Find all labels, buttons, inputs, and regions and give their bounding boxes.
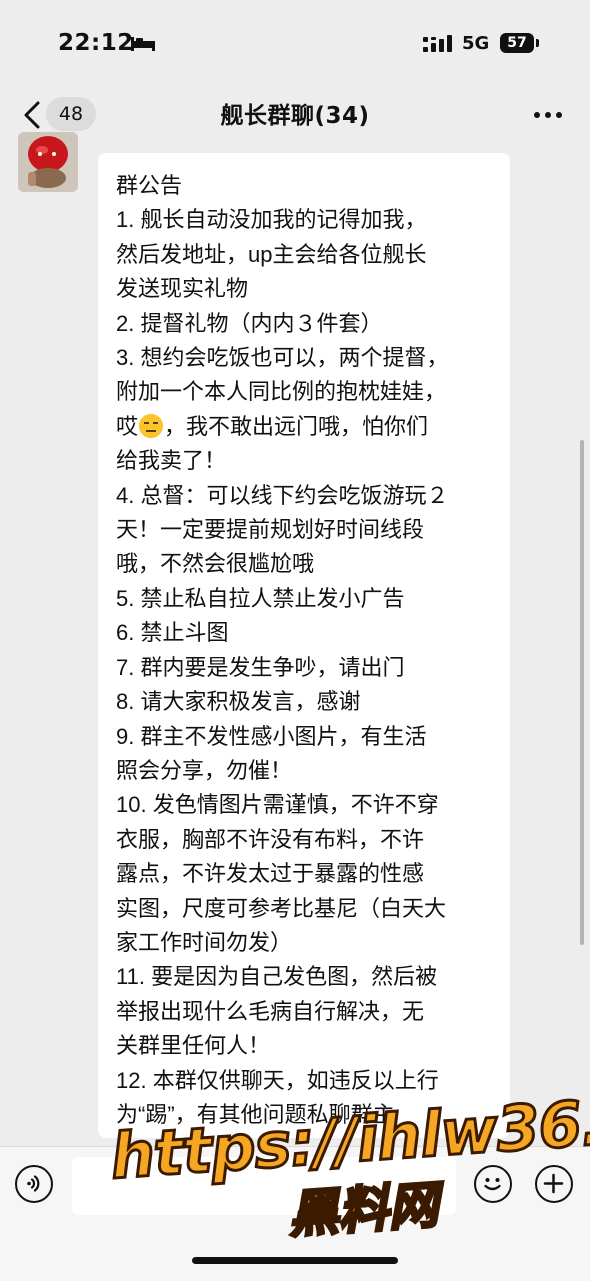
message-text-fragment: 哎 <box>116 413 139 439</box>
message-line: 群公告 <box>116 173 183 198</box>
status-bar: 22:12 5G 57 <box>0 0 590 84</box>
message-line: 露点，不许发太过于暴露的性感 <box>116 861 425 887</box>
announcement-text: 群公告 1. 舰长自动没加我的记得加我， 然后发地址，up主会给各位舰长 发送现… <box>116 169 496 1132</box>
chat-header: 48 舰长群聊(34) <box>0 84 590 146</box>
plus-icon <box>543 1173 564 1194</box>
message-line: 2. 提督礼物（内内３件套） <box>116 310 383 336</box>
status-time: 22:12 <box>58 30 134 56</box>
message-line: 附加一个本人同比例的抱枕娃娃， <box>116 379 447 405</box>
message-line: 12. 本群仅供聊天，如违反以上行 <box>116 1067 439 1093</box>
message-line: 实图，尺度可参考比基尼（白天大 <box>116 895 447 921</box>
expressionless-face-emoji-icon <box>139 413 164 438</box>
avatar-image <box>18 132 78 192</box>
battery-indicator: 57 <box>500 33 534 53</box>
sender-avatar[interactable] <box>18 132 78 192</box>
message-line: 7. 群内要是发生争吵，请出门 <box>116 654 405 680</box>
message-line: 天！一定要提前规划好时间线段 <box>116 517 425 543</box>
chat-title: 舰长群聊(34) <box>220 103 370 129</box>
message-line: 4. 总督：可以线下约会吃饭游玩２ <box>116 482 449 508</box>
message-line: 然后发地址，up主会给各位舰长 <box>116 241 427 267</box>
message-line: 8. 请大家积极发言，感谢 <box>116 689 361 715</box>
message-line: 3. 想约会吃饭也可以，两个提督， <box>116 345 449 371</box>
message-line: 发送现实礼物 <box>116 276 249 302</box>
voice-button[interactable] <box>15 1165 53 1203</box>
more-dots-icon[interactable] <box>534 112 562 118</box>
watermark-name: 黑料网 <box>285 1174 442 1245</box>
message-line: 5. 禁止私自拉人禁止发小广告 <box>116 585 405 611</box>
message-bubble[interactable]: 群公告 1. 舰长自动没加我的记得加我， 然后发地址，up主会给各位舰长 发送现… <box>98 153 510 1138</box>
signal-icon <box>423 35 452 52</box>
message-line: 6. 禁止斗图 <box>116 620 229 646</box>
message-line: 哎 ，我不敢出远门哦，怕你们 <box>116 410 496 444</box>
message-line: 11. 要是因为自己发色图，然后被 <box>116 964 438 990</box>
plus-button[interactable] <box>535 1165 573 1203</box>
message-line: 照会分享，勿催！ <box>116 757 293 783</box>
message-line: 家工作时间勿发） <box>116 929 293 955</box>
voice-icon <box>27 1175 40 1192</box>
message-line: 9. 群主不发性感小图片，有生活 <box>116 723 427 749</box>
network-label: 5G <box>462 33 490 54</box>
message-line: 给我卖了！ <box>116 448 227 474</box>
scrollbar[interactable] <box>580 440 584 945</box>
message-line: 衣服，胸部不许没有布料，不许 <box>116 826 425 852</box>
message-line: 10. 发色情图片需谨慎，不许不穿 <box>116 792 439 818</box>
message-text-fragment: ，我不敢出远门哦，怕你们 <box>164 413 429 439</box>
home-indicator <box>192 1257 398 1264</box>
emoji-button[interactable] <box>474 1165 512 1203</box>
message-line: 举报出现什么毛病自行解决，无 <box>116 998 425 1024</box>
message-line: 哦，不然会很尴尬哦 <box>116 551 315 577</box>
message-line: 关群里任何人！ <box>116 1033 271 1059</box>
bed-icon <box>131 37 155 51</box>
emoji-icon <box>484 1178 501 1191</box>
message-line: 1. 舰长自动没加我的记得加我， <box>116 207 427 233</box>
battery-tip <box>536 39 539 47</box>
